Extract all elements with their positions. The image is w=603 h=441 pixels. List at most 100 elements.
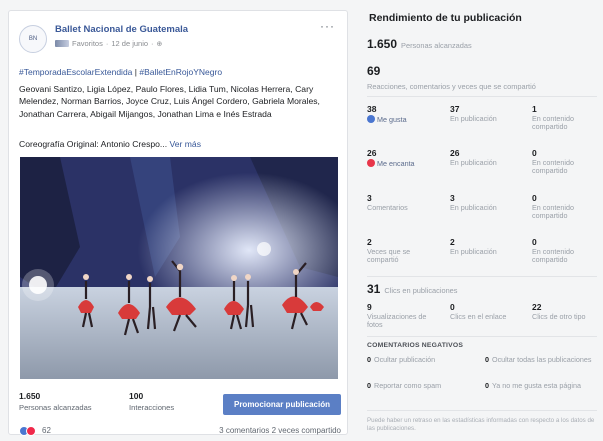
stat-label: En contenido compartido (532, 158, 574, 176)
hashtag-separator: | (134, 67, 137, 77)
negative-item: 0 Reportar como spam (367, 381, 477, 390)
negative-value: 0 (485, 355, 489, 364)
post-date-link[interactable]: 12 de junio (111, 39, 148, 48)
globe-icon: ⊕ (156, 40, 163, 48)
post-body: Geovani Santizo, Ligia López, Paulo Flor… (19, 84, 320, 119)
divider (367, 276, 597, 277)
stat-value: 3 (450, 193, 455, 203)
post-meta: Favoritos · 12 de junio · ⊕ (55, 39, 162, 48)
stat-label: Comentarios (367, 203, 408, 212)
panel-reach-label: Personas alcanzadas (401, 41, 472, 50)
stat-label: En contenido compartido (532, 203, 574, 221)
negative-value: 0 (367, 355, 371, 364)
comments-shares: 3 comentarios 2 veces compartido (219, 426, 341, 435)
divider (367, 336, 597, 337)
negative-item: 0 Ya no me gusta esta página (485, 381, 597, 390)
reach-stat: 1.650 Personas alcanzadas (19, 391, 92, 412)
stat-label: En publicación (450, 114, 497, 123)
page-name-link[interactable]: Ballet Nacional de Guatemala (55, 24, 188, 35)
meta-label: Favoritos (72, 39, 103, 48)
negative-value: 0 (485, 381, 489, 390)
post-stats: 1.650 Personas alcanzadas 100 Interaccio… (19, 391, 341, 421)
stat-value: 0 (450, 302, 455, 312)
stats-note: Puede haber un retraso en las estadístic… (367, 417, 595, 432)
reach-label: Personas alcanzadas (19, 403, 92, 412)
clicks-row: 9 Visualizaciones de fotos 0 Clics en el… (367, 302, 599, 336)
favorites-thumb-icon (55, 40, 69, 47)
stat-label: En contenido compartido (532, 114, 574, 132)
negative-feedback-title: COMENTARIOS NEGATIVOS (367, 342, 464, 349)
stat-value: 0 (532, 193, 537, 203)
stat-value: 38 (367, 104, 377, 114)
negative-label: Ocultar todas las publicaciones (492, 355, 592, 364)
stat-label: Me gusta (377, 115, 407, 124)
choreography-text: Coreografía Original: Antonio Crespo... (19, 139, 168, 149)
divider (367, 96, 597, 97)
post-footer: 62 3 comentarios 2 veces compartido (19, 425, 341, 439)
divider (367, 410, 597, 411)
stat-label: Veces que se compartió (367, 247, 411, 265)
stat-label: Clics en el enlace (450, 312, 507, 321)
stat-value: 22 (532, 302, 542, 312)
negative-item: 0 Ocultar publicación (367, 355, 477, 364)
clicks-summary: 31 Clics en publicaciones (367, 282, 457, 296)
stat-label: En publicación (450, 158, 497, 167)
stat-value: 37 (450, 104, 460, 114)
stat-value: 0 (532, 237, 537, 247)
panel-reach: 1.650 Personas alcanzadas (367, 37, 472, 51)
hashtag-link[interactable]: #BalletEnRojoYNegro (139, 67, 222, 77)
shares-link[interactable]: 2 veces compartido (272, 426, 341, 435)
shares-row: 2 Veces que se compartió 2 En publicació… (367, 237, 599, 271)
page-avatar[interactable]: BN (19, 25, 47, 53)
reactions-row-love: 26 Me encanta 26 En publicación 0 En con… (367, 148, 599, 182)
stat-value: 0 (532, 148, 537, 158)
interactions-stat: 100 Interacciones (129, 391, 174, 412)
post-card: BN Ballet Nacional de Guatemala Favorito… (8, 10, 348, 436)
reactions-row-like: 38 Me gusta 37 En publicación 1 En conte… (367, 104, 599, 138)
stat-label: En publicación (450, 247, 497, 256)
comments-row: 3 Comentarios 3 En publicación 0 En cont… (367, 193, 599, 227)
ballet-stage-image (20, 157, 338, 379)
performance-title: Rendimiento de tu publicación (369, 12, 522, 24)
stat-value: 2 (450, 237, 455, 247)
panel-reach-value: 1.650 (367, 37, 398, 51)
love-icon (26, 426, 36, 436)
stat-label: Clics de otro tipo (532, 312, 586, 321)
post-photo[interactable] (20, 157, 338, 379)
comments-link[interactable]: 3 comentarios (219, 426, 269, 435)
clicks-label: Clics en publicaciones (384, 286, 458, 295)
hashtag-link[interactable]: #TemporadaEscolarExtendida (19, 67, 132, 77)
reaction-icons[interactable] (19, 426, 36, 436)
stat-label: Me encanta (377, 159, 415, 168)
performance-panel: Rendimiento de tu publicación 1.650 Pers… (352, 0, 603, 441)
negative-label: Ocultar publicación (374, 355, 436, 364)
engagement-label: Reacciones, comentarios y veces que se c… (367, 82, 536, 91)
clicks-value: 31 (367, 282, 381, 296)
negative-label: Ya no me gusta esta página (492, 381, 581, 390)
negative-value: 0 (367, 381, 371, 390)
stat-label: En contenido compartido (532, 247, 574, 265)
see-more-link[interactable]: Ver más (169, 139, 201, 149)
interactions-value: 100 (129, 391, 144, 401)
negative-item: 0 Ocultar todas las publicaciones (485, 355, 597, 364)
love-icon (367, 159, 375, 167)
more-options-icon[interactable]: ··· (320, 19, 335, 33)
stat-value: 2 (367, 237, 372, 247)
reach-value: 1.650 (19, 391, 41, 401)
post-choreography: Coreografía Original: Antonio Crespo... … (19, 139, 201, 149)
negative-label: Reportar como spam (374, 381, 442, 390)
stat-value: 1 (532, 104, 537, 114)
engagement-value: 69 (367, 64, 381, 78)
reactions-count[interactable]: 62 (42, 426, 51, 435)
stat-value: 26 (367, 148, 377, 158)
interactions-label: Interacciones (129, 403, 175, 412)
stat-value: 3 (367, 193, 372, 203)
stat-label: Visualizaciones de fotos (367, 312, 427, 330)
like-icon (367, 115, 375, 123)
post-header: BN Ballet Nacional de Guatemala Favorito… (19, 19, 337, 57)
promote-post-button[interactable]: Promocionar publicación (223, 394, 341, 415)
stat-value: 26 (450, 148, 460, 158)
stat-value: 9 (367, 302, 372, 312)
stat-label: En publicación (450, 203, 497, 212)
post-hashtags: #TemporadaEscolarExtendida | #BalletEnRo… (19, 67, 222, 77)
